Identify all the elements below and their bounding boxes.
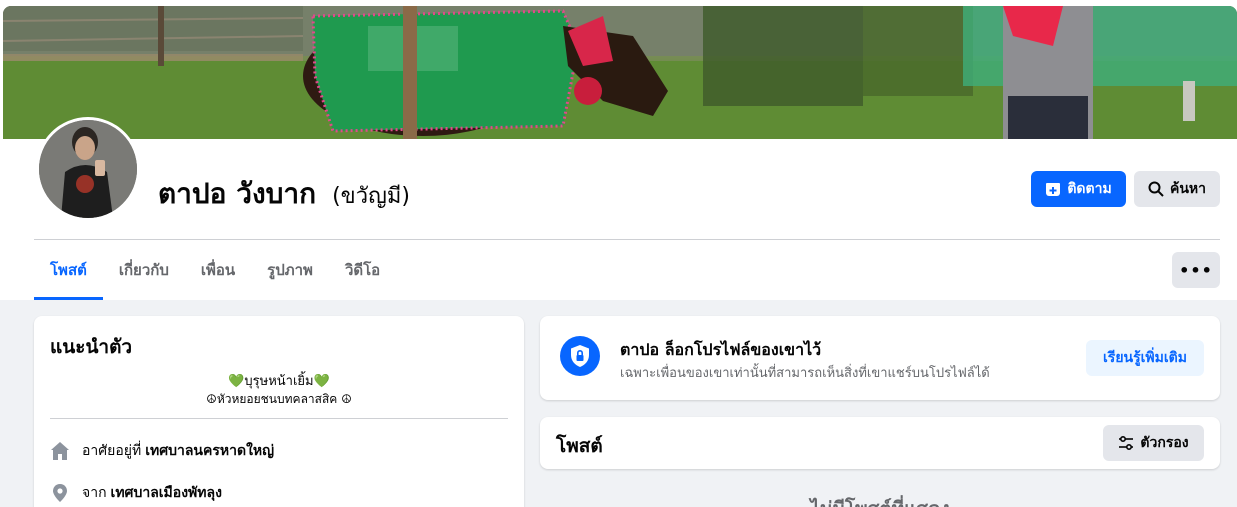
profile-picture[interactable] [36,117,140,221]
shield-lock-icon [560,336,600,376]
profile-alternate-name: (ขวัญมี) [332,184,410,209]
filter-sliders-icon [1118,436,1134,450]
locked-profile-card: ตาปอ ล็อกโปรไฟล์ของเขาไว้ เฉพาะเพื่อนของ… [540,316,1220,400]
filter-button-label: ตัวกรอง [1140,435,1189,451]
search-icon [1148,181,1164,197]
tab-friends[interactable]: เพื่อน [185,240,251,300]
intro-title: แนะนำตัว [50,336,133,358]
profile-picture-image [39,120,137,218]
tab-posts[interactable]: โพสต์ [34,240,103,300]
tab-about[interactable]: เกี่ยวกับ [103,240,185,300]
home-icon [50,441,70,461]
tab-photos[interactable]: รูปภาพ [251,240,329,300]
profile-name: ตาปอ วังบาก [158,177,317,210]
bio-line-2: ☮หัวหยอยชนบทคลาสสิค ☮ [206,392,352,406]
posts-header-card: โพสต์ ตัวกรอง [540,417,1220,469]
location-pin-icon [50,483,70,503]
green-heart-icon: 💚 [313,374,330,389]
bio-line-1-text: บุรุษหน้าเยิ้ม [244,374,314,389]
cover-photo-image [3,6,1237,139]
green-heart-icon: 💚 [228,374,245,389]
follow-button-label: ติดตาม [1067,181,1112,197]
posts-title: โพสต์ [556,435,603,457]
learn-more-button[interactable]: เรียนรู้เพิ่มเติม [1086,340,1204,376]
from-prefix: จาก [82,485,107,501]
from-row: จาก เทศบาลเมืองพัทลุง [50,482,222,504]
locked-profile-subtitle: เฉพาะเพื่อนของเขาเท่านั้นที่สามารถเห็นสิ… [620,366,990,381]
no-posts-message: ไม่มีโพสต์ที่แสดง [540,494,1220,507]
search-button-label: ค้นหา [1169,181,1207,197]
search-button[interactable]: ค้นหา [1134,171,1220,207]
bio-line-1: 💚บุรุษหน้าเยิ้ม💚 [34,370,524,391]
profile-tabs: โพสต์ เกี่ยวกับ เพื่อน รูปภาพ วิดีโอ [34,240,396,300]
intro-divider [50,418,508,419]
profile-name-row: ตาปอ วังบาก (ขวัญมี) [158,172,410,216]
locked-profile-title: ตาปอ ล็อกโปรไฟล์ของเขาไว้ [620,340,822,359]
more-options-button[interactable]: ••• [1172,252,1220,288]
tab-videos[interactable]: วิดีโอ [329,240,396,300]
from-value[interactable]: เทศบาลเมืองพัทลุง [111,482,222,504]
follow-button[interactable]: ติดตาม [1031,171,1126,207]
cover-photo[interactable] [3,6,1237,139]
lives-in-value[interactable]: เทศบาลนครหาดใหญ่ [145,440,274,462]
intro-card: แนะนำตัว 💚บุรุษหน้าเยิ้ม💚 ☮หัวหยอยชนบทคล… [34,316,524,507]
lives-in-prefix: อาศัยอยู่ที่ [82,443,142,459]
filter-button[interactable]: ตัวกรอง [1103,425,1204,461]
lives-in-row: อาศัยอยู่ที่ เทศบาลนครหาดใหญ่ [50,440,274,462]
follow-icon [1045,181,1061,197]
